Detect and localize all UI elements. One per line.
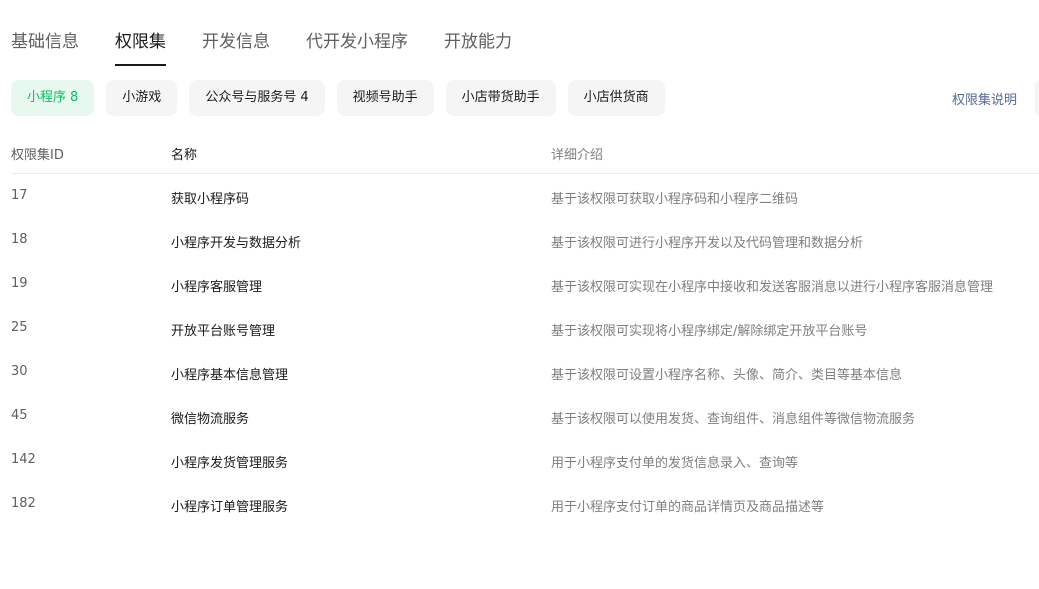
tab-open-capabilities[interactable]: 开放能力	[444, 28, 512, 66]
permission-sets-help-link[interactable]: 权限集说明	[952, 89, 1017, 108]
row-id: 18	[11, 232, 28, 247]
category-chip-bar: 小程序 8 小游戏 公众号与服务号 4 视频号助手 小店带货助手 小店供货商	[11, 80, 665, 116]
table-row: 45 微信物流服务 基于该权限可以使用发货、查询组件、消息组件等微信物流服务	[11, 394, 1039, 438]
chip-count: 4	[300, 90, 309, 105]
table-header: 权限集ID 名称 详细介绍	[11, 131, 1039, 174]
tab-agent-dev-miniprogram[interactable]: 代开发小程序	[306, 28, 408, 66]
table-row: 18 小程序开发与数据分析 基于该权限可进行小程序开发以及代码管理和数据分析	[11, 218, 1039, 262]
row-name: 小程序发货管理服务	[171, 456, 289, 471]
permission-table: 权限集ID 名称 详细介绍 17 获取小程序码 基于该权限可获取小程序码和小程序…	[11, 131, 1039, 526]
row-name: 小程序基本信息管理	[171, 368, 289, 383]
chip-count: 8	[70, 90, 79, 105]
row-name: 微信物流服务	[171, 412, 250, 427]
table-row: 19 小程序客服管理 基于该权限可实现在小程序中接收和发送客服消息以进行小程序客…	[11, 262, 1039, 306]
table-row: 25 开放平台账号管理 基于该权限可实现将小程序绑定/解除绑定开放平台账号	[11, 306, 1039, 350]
row-desc: 基于该权限可实现将小程序绑定/解除绑定开放平台账号	[551, 324, 868, 339]
row-desc: 基于该权限可以使用发货、查询组件、消息组件等微信物流服务	[551, 412, 916, 427]
table-row: 17 获取小程序码 基于该权限可获取小程序码和小程序二维码	[11, 174, 1039, 218]
chip-label: 视频号助手	[352, 90, 418, 105]
chip-shop-supplier[interactable]: 小店供货商	[567, 80, 665, 116]
chip-official-account[interactable]: 公众号与服务号 4	[189, 80, 325, 116]
tab-dev-info[interactable]: 开发信息	[202, 28, 270, 66]
row-id: 17	[11, 188, 28, 203]
row-desc: 基于该权限可设置小程序名称、头像、简介、类目等基本信息	[551, 368, 903, 383]
header-desc: 详细介绍	[551, 148, 604, 163]
top-tab-bar: 基础信息 权限集 开发信息 代开发小程序 开放能力	[11, 28, 548, 66]
table-row: 142 小程序发货管理服务 用于小程序支付单的发货信息录入、查询等	[11, 438, 1039, 482]
row-name: 获取小程序码	[171, 192, 250, 207]
chip-miniprogram[interactable]: 小程序 8	[11, 80, 95, 116]
row-desc: 基于该权限可获取小程序码和小程序二维码	[551, 192, 799, 207]
header-id: 权限集ID	[11, 148, 64, 163]
row-id: 25	[11, 320, 28, 335]
row-name: 小程序订单管理服务	[171, 500, 289, 515]
chip-channels-assistant[interactable]: 视频号助手	[336, 80, 434, 116]
chip-shop-sales-assistant[interactable]: 小店带货助手	[445, 80, 556, 116]
chip-label: 小店带货助手	[461, 90, 540, 105]
row-desc: 用于小程序支付订单的商品详情页及商品描述等	[551, 500, 825, 515]
row-id: 182	[11, 496, 36, 511]
header-name: 名称	[171, 148, 198, 163]
row-desc: 基于该权限可实现在小程序中接收和发送客服消息以进行小程序客服消息管理	[551, 280, 994, 295]
overflow-button-edge[interactable]	[1035, 80, 1039, 116]
chip-label: 小游戏	[122, 90, 162, 105]
row-id: 45	[11, 408, 28, 423]
row-id: 19	[11, 276, 28, 291]
tab-basic-info[interactable]: 基础信息	[11, 28, 79, 66]
tab-permission-sets[interactable]: 权限集	[115, 28, 166, 66]
row-name: 开放平台账号管理	[171, 324, 276, 339]
chip-label: 小程序	[27, 90, 67, 105]
chip-label: 小店供货商	[583, 90, 649, 105]
table-row: 30 小程序基本信息管理 基于该权限可设置小程序名称、头像、简介、类目等基本信息	[11, 350, 1039, 394]
row-name: 小程序客服管理	[171, 280, 263, 295]
row-desc: 用于小程序支付单的发货信息录入、查询等	[551, 456, 799, 471]
row-name: 小程序开发与数据分析	[171, 236, 302, 251]
row-id: 30	[11, 364, 28, 379]
row-desc: 基于该权限可进行小程序开发以及代码管理和数据分析	[551, 236, 864, 251]
permission-sets-page: 基础信息 权限集 开发信息 代开发小程序 开放能力 小程序 8 小游戏 公众号与服…	[0, 0, 1039, 589]
table-row: 182 小程序订单管理服务 用于小程序支付订单的商品详情页及商品描述等	[11, 482, 1039, 526]
row-id: 142	[11, 452, 36, 467]
chip-label: 公众号与服务号	[205, 90, 297, 105]
chip-minigame[interactable]: 小游戏	[106, 80, 178, 116]
